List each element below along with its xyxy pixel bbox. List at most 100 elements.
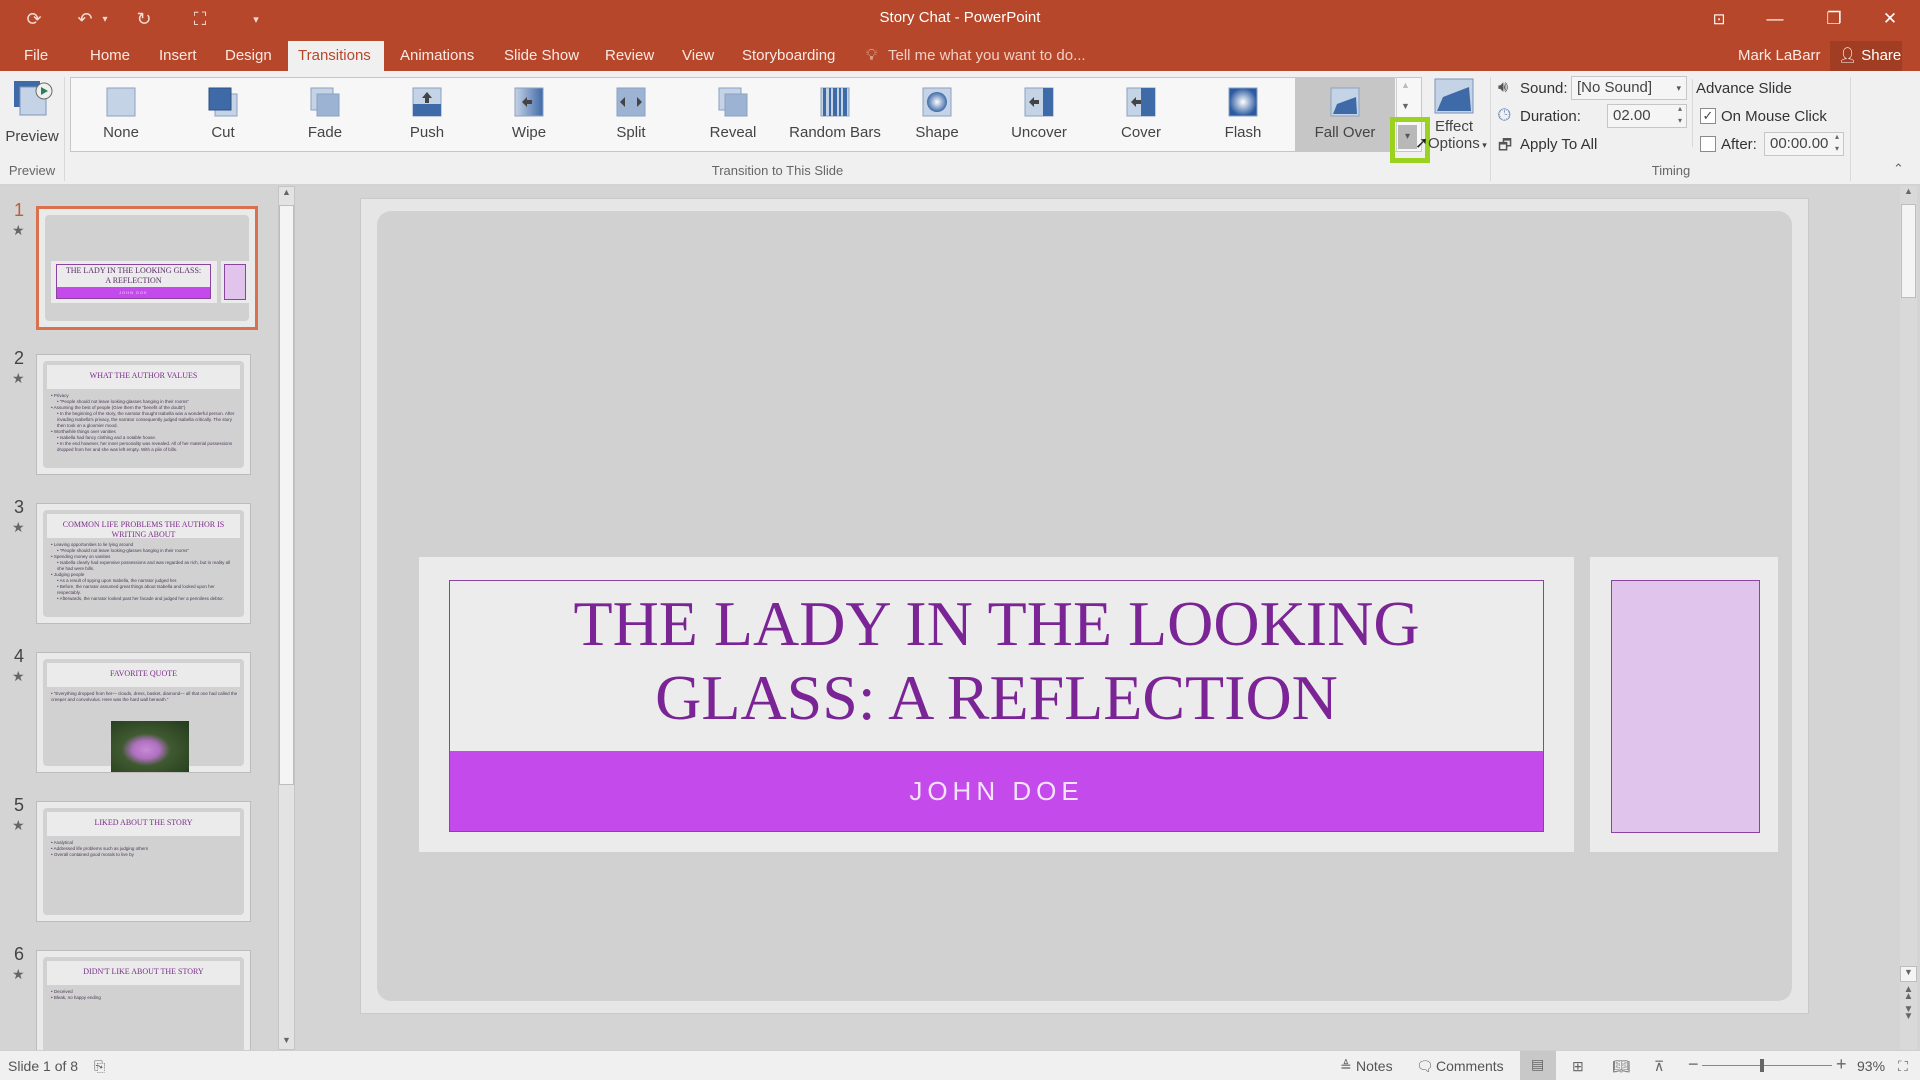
tab-home[interactable]: Home: [80, 41, 140, 71]
sound-dropdown[interactable]: [No Sound] ▾: [1571, 76, 1687, 100]
side-rectangle-shape[interactable]: [1611, 580, 1760, 833]
slide-thumbnail-4[interactable]: FAVORITE QUOTE • “Everything dropped from…: [36, 652, 251, 773]
spell-check-icon[interactable]: ⎘: [94, 1058, 105, 1075]
transition-none[interactable]: None: [71, 78, 171, 151]
tab-design[interactable]: Design: [215, 41, 282, 71]
preview-icon: [14, 81, 53, 116]
thumb-bullet: • Isabella clearly had expensive possess…: [57, 560, 231, 571]
clock-icon: 🕒︎: [1498, 107, 1511, 124]
collapse-ribbon-icon[interactable]: ⌃: [1893, 161, 1904, 177]
tab-view[interactable]: View: [672, 41, 724, 71]
transition-label: Cover: [1120, 124, 1161, 141]
reading-view-icon[interactable]: 📖︎: [1612, 1058, 1630, 1075]
sound-icon: 🔊︎: [1498, 79, 1509, 96]
scroll-up-icon[interactable]: ▲: [1900, 186, 1917, 200]
tab-review[interactable]: Review: [595, 41, 664, 71]
thumb-number: 6: [14, 944, 25, 964]
transition-shape[interactable]: Shape: [887, 78, 987, 151]
fit-slide-icon[interactable]: ⛶: [1898, 1058, 1908, 1075]
preview-button[interactable]: Preview: [4, 77, 60, 157]
transition-flash[interactable]: Flash: [1193, 78, 1293, 151]
slide-title[interactable]: THE LADY IN THE LOOKING GLASS: A REFLECT…: [450, 587, 1543, 735]
slide-thumbnail-pane: 1 ★ THE LADY IN THE LOOKING GLASS: A REF…: [0, 186, 300, 1071]
transition-wipe[interactable]: Wipe: [479, 78, 579, 151]
after-label: After:: [1721, 136, 1757, 153]
spinner-icon[interactable]: ▴ ▾: [1835, 131, 1839, 155]
comments-button[interactable]: Comments: [1436, 1058, 1504, 1074]
scroll-up-icon[interactable]: ▲: [279, 187, 294, 201]
gallery-scroll-up-icon[interactable]: ▲: [1401, 80, 1410, 90]
zoom-out-icon[interactable]: −: [1688, 1054, 1699, 1075]
mouse-cursor-icon: ➚: [1415, 135, 1429, 152]
apply-to-all-button[interactable]: Apply To All: [1520, 136, 1597, 153]
on-mouse-click-checkbox[interactable]: ✓: [1700, 108, 1716, 124]
transition-fade[interactable]: Fade: [275, 78, 375, 151]
transition-random-bars[interactable]: Random Bars: [785, 78, 885, 151]
slide-thumbnail-3[interactable]: COMMON LIFE PROBLEMS THE AUTHOR IS WRITI…: [36, 503, 251, 624]
scroll-thumb[interactable]: [1901, 204, 1916, 298]
slide-sorter-icon[interactable]: ⊞: [1572, 1058, 1584, 1075]
transition-fall-over[interactable]: Fall Over: [1295, 78, 1395, 151]
zoom-slider-thumb[interactable]: [1759, 1059, 1764, 1072]
thumb-body: • Analytical • Addressed life problems su…: [51, 840, 238, 858]
tab-animations[interactable]: Animations: [390, 41, 484, 71]
slide-show-icon[interactable]: ⊼: [1654, 1058, 1664, 1075]
notes-button[interactable]: Notes: [1356, 1058, 1393, 1074]
tab-slide-show[interactable]: Slide Show: [494, 41, 589, 71]
previous-slide-icon[interactable]: ▲ ▲: [1900, 985, 1917, 1002]
thumbnail-scrollbar[interactable]: ▲ ▼: [278, 186, 295, 1050]
transition-split[interactable]: Split: [581, 78, 681, 151]
next-slide-icon[interactable]: ▼ ▼: [1900, 1005, 1917, 1022]
close-button[interactable]: ✕: [1862, 0, 1918, 37]
duration-input[interactable]: 02.00 ▴ ▾: [1607, 104, 1687, 128]
transition-cut[interactable]: Cut: [173, 78, 273, 151]
after-checkbox[interactable]: [1700, 136, 1716, 152]
ribbon-display-options-icon[interactable]: ⊡: [1691, 0, 1747, 37]
title-bar: ⟳ ↶ ▾ ↻ ⛶ ▾ Story Chat - PowerPoint ⊡ — …: [0, 0, 1920, 37]
slide-canvas[interactable]: THE LADY IN THE LOOKING GLASS: A REFLECT…: [360, 198, 1809, 1014]
transition-label: Fall Over: [1314, 124, 1376, 141]
duration-label: Duration:: [1520, 108, 1581, 125]
slide-thumbnail-1[interactable]: THE LADY IN THE LOOKING GLASS: A REFLECT…: [36, 206, 258, 330]
transition-group-label: Transition to This Slide: [711, 163, 844, 178]
tab-storyboarding[interactable]: Storyboarding: [732, 41, 845, 71]
thumb-number: 2: [14, 348, 25, 368]
transition-uncover[interactable]: Uncover: [989, 78, 1089, 151]
normal-view-button[interactable]: ▤: [1520, 1051, 1556, 1080]
zoom-in-icon[interactable]: +: [1836, 1054, 1847, 1075]
scroll-down-icon[interactable]: ▼: [279, 1035, 294, 1049]
thumb-title: LIKED ABOUT THE STORY: [47, 812, 240, 836]
transition-reveal[interactable]: Reveal: [683, 78, 783, 151]
transition-push[interactable]: Push: [377, 78, 477, 151]
tell-me-search[interactable]: Tell me what you want to do...: [888, 41, 1086, 71]
transition-label: Push: [409, 124, 445, 141]
transition-cover[interactable]: Cover: [1091, 78, 1191, 151]
tab-file[interactable]: File: [14, 41, 58, 71]
tab-transitions[interactable]: Transitions: [288, 41, 384, 71]
title-placeholder[interactable]: THE LADY IN THE LOOKING GLASS: A REFLECT…: [449, 580, 1544, 832]
transition-label: Fade: [307, 124, 343, 141]
editor-scrollbar[interactable]: ▲ ▼ ▲ ▲ ▼ ▼: [1900, 186, 1917, 1050]
thumb-number: 4: [14, 646, 25, 666]
slide-subtitle[interactable]: JOHN DOE: [450, 751, 1543, 831]
thumb-number: 5: [14, 795, 25, 815]
after-time-input[interactable]: 00:00.00 ▴ ▾: [1764, 132, 1844, 156]
restore-button[interactable]: ❐: [1806, 0, 1862, 37]
normal-view-icon: ▤: [1531, 1056, 1545, 1072]
group-separator: [1692, 79, 1693, 147]
scroll-down-icon[interactable]: ▼: [1900, 966, 1917, 982]
slide-thumbnail-5[interactable]: LIKED ABOUT THE STORY • Analytical • Addre…: [36, 801, 251, 922]
zoom-slider[interactable]: [1702, 1059, 1832, 1072]
push-transition-icon: [412, 87, 442, 117]
user-name[interactable]: Mark LaBarr: [1738, 41, 1821, 71]
gallery-scroll-down-icon[interactable]: ▼: [1401, 101, 1410, 111]
effect-options-button[interactable]: Effect Options ▾: [1428, 77, 1487, 162]
tab-insert[interactable]: Insert: [149, 41, 207, 71]
share-button[interactable]: 👤︎ Share: [1830, 41, 1902, 71]
slide-thumbnail-2[interactable]: WHAT THE AUTHOR VALUES • Privacy • “People…: [36, 354, 251, 475]
minimize-button[interactable]: —: [1747, 0, 1803, 37]
zoom-level[interactable]: 93%: [1857, 1058, 1885, 1074]
spinner-icon[interactable]: ▴ ▾: [1678, 103, 1682, 127]
thumb-title: THE LADY IN THE LOOKING GLASS: A REFLECT…: [65, 266, 202, 285]
scroll-thumb[interactable]: [279, 205, 294, 785]
